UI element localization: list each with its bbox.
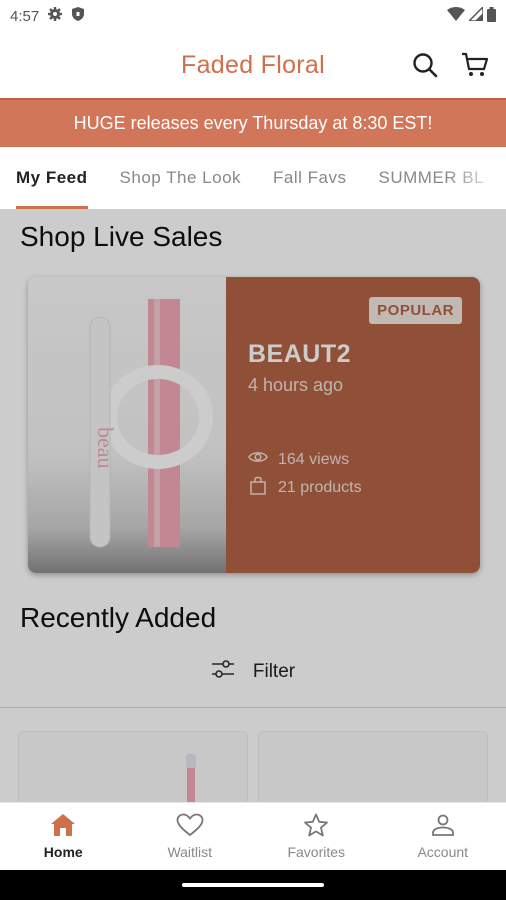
sale-time: 4 hours ago — [248, 375, 344, 395]
tab-fall-favs[interactable]: Fall Favs — [273, 147, 346, 209]
signal-icon — [467, 5, 484, 25]
sale-name: BEAUT2 — [248, 340, 352, 368]
section-divider — [0, 707, 506, 708]
feed-content: Shop Live Sales beau POPULAR BEAUT2 4 ho… — [0, 209, 506, 802]
status-time: 4:57 — [10, 7, 40, 25]
popular-badge: POPULAR — [369, 297, 462, 324]
battery-icon — [487, 6, 496, 26]
person-icon — [431, 813, 455, 840]
shopping-bag-icon — [248, 475, 268, 500]
tabs-fade — [446, 147, 506, 209]
eye-icon — [248, 450, 268, 469]
sale-product-image: beau — [28, 277, 226, 573]
nav-account[interactable]: Account — [380, 803, 506, 870]
live-sales-title: Shop Live Sales — [20, 221, 223, 252]
cart-icon[interactable] — [460, 50, 490, 80]
sale-image-text: beau — [93, 427, 118, 469]
nav-favorites-label: Favorites — [287, 844, 346, 860]
filter-button[interactable]: Filter — [0, 657, 506, 687]
nav-account-label: Account — [417, 844, 469, 860]
system-navigation-bar — [0, 870, 506, 900]
filter-icon — [211, 659, 235, 685]
store-title: Faded Floral — [181, 50, 325, 79]
status-bar: 4:57 — [0, 0, 506, 32]
products-count: 21 products — [278, 478, 362, 496]
nav-waitlist-label: Waitlist — [167, 844, 213, 860]
home-gesture-handle[interactable] — [182, 883, 324, 887]
nav-home[interactable]: Home — [0, 803, 127, 870]
nav-favorites[interactable]: Favorites — [253, 803, 380, 870]
recently-added-title: Recently Added — [20, 602, 217, 633]
product-tile[interactable] — [258, 731, 488, 802]
filter-label: Filter — [252, 661, 296, 682]
promo-banner: HUGE releases every Thursday at 8:30 EST… — [0, 98, 506, 147]
product-tile[interactable] — [18, 731, 248, 802]
search-icon[interactable] — [410, 50, 440, 80]
heart-icon — [176, 813, 204, 840]
shield-icon — [71, 6, 85, 26]
tab-my-feed[interactable]: My Feed — [16, 147, 88, 209]
feed-tabs: My Feed Shop The Look Fall Favs SUMMER B… — [0, 147, 506, 209]
tab-shop-the-look[interactable]: Shop The Look — [120, 147, 242, 209]
nav-waitlist[interactable]: Waitlist — [127, 803, 254, 870]
bottom-navigation: Home Waitlist Favorites Account — [0, 802, 506, 870]
sale-views: 164 views — [248, 450, 349, 469]
live-sale-card[interactable]: beau POPULAR BEAUT2 4 hours ago 164 view… — [28, 277, 480, 573]
settings-icon — [47, 6, 63, 26]
promo-banner-text: HUGE releases every Thursday at 8:30 EST… — [73, 113, 433, 133]
views-count: 164 views — [278, 450, 350, 468]
nav-home-label: Home — [43, 844, 83, 860]
star-icon — [303, 813, 329, 840]
wifi-icon — [447, 7, 465, 25]
home-icon — [50, 813, 76, 840]
sale-products: 21 products — [248, 475, 362, 500]
app-header: Faded Floral — [0, 32, 506, 98]
sale-info-panel: POPULAR BEAUT2 4 hours ago 164 views 21 … — [226, 277, 480, 573]
